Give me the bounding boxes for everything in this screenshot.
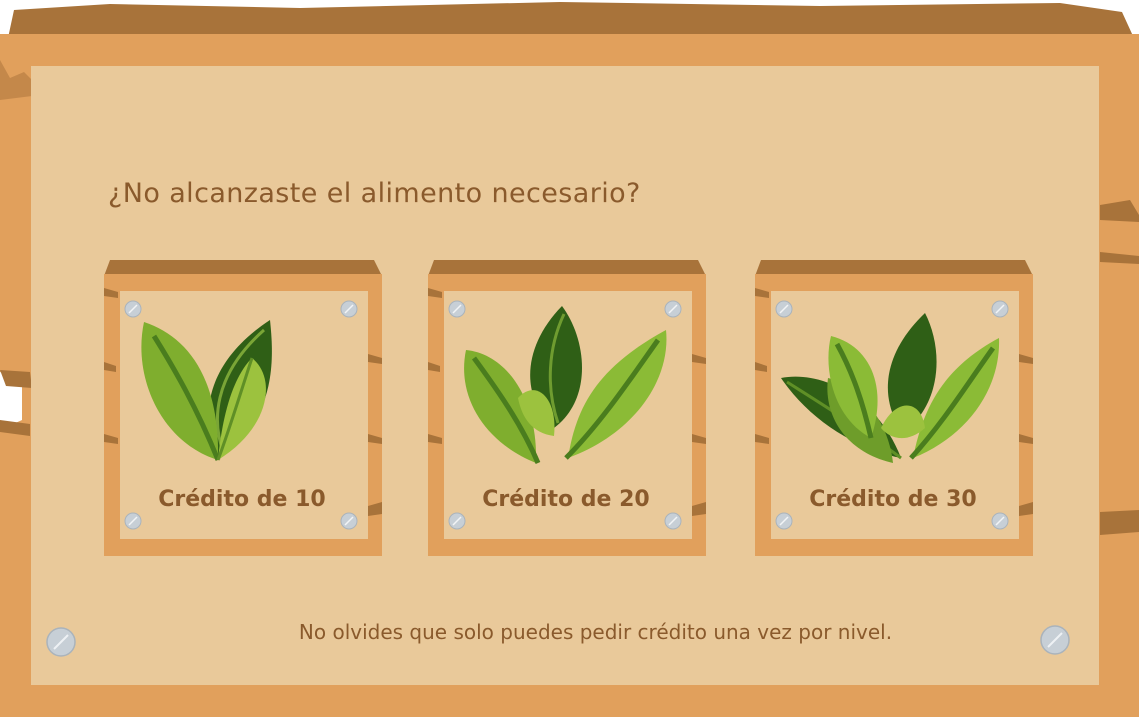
credit-30-option[interactable]: Crédito de 30	[753, 258, 1033, 558]
credit-option-label: Crédito de 20	[482, 487, 650, 512]
credit-option-label: Crédito de 30	[809, 487, 977, 512]
screw-icon	[1040, 625, 1070, 655]
dialog-question: ¿No alcanzaste el alimento necesario?	[108, 178, 641, 209]
credit-20-option[interactable]: Crédito de 20	[426, 258, 706, 558]
credit-option-label: Crédito de 10	[158, 487, 326, 512]
leaves-icon-two	[141, 320, 272, 461]
credit-10-option[interactable]: Crédito de 10	[102, 258, 382, 558]
footer-note: No olvides que solo puedes pedir crédito…	[298, 620, 893, 644]
leaves-icon-four	[781, 313, 1000, 463]
leaves-icon-three	[464, 306, 667, 464]
screw-icon	[46, 627, 76, 657]
